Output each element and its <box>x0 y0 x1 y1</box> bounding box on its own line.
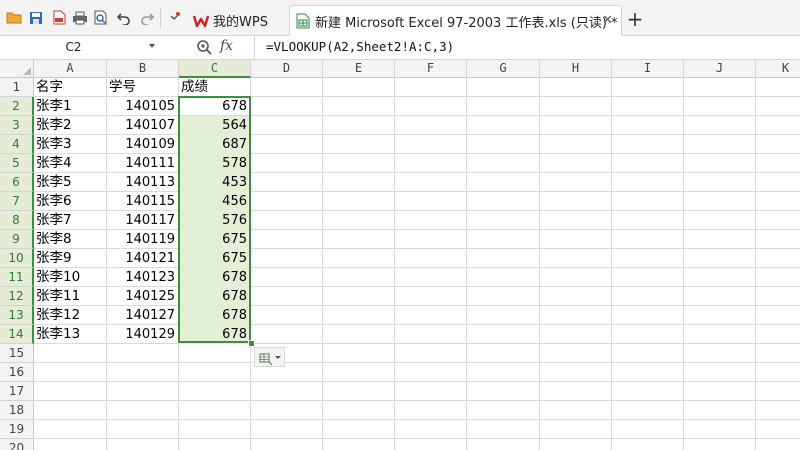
tab-active-workbook[interactable]: 新建 Microsoft Excel 97-2003 工作表.xls (只读) … <box>289 5 622 36</box>
cell-B14[interactable]: 140129 <box>107 325 178 344</box>
column-header[interactable]: A <box>34 60 107 78</box>
row-header[interactable]: 15 <box>0 344 34 363</box>
column-header[interactable]: K <box>756 60 800 78</box>
row-header[interactable]: 11 <box>0 268 34 287</box>
column-header[interactable]: F <box>395 60 467 78</box>
row-header[interactable]: 13 <box>0 306 34 325</box>
cell-A4[interactable]: 张李3 <box>34 135 106 154</box>
row-header[interactable]: 9 <box>0 230 34 249</box>
cell-A14[interactable]: 张李13 <box>34 325 106 344</box>
cell-A3[interactable]: 张李2 <box>34 116 106 135</box>
export-pdf-icon[interactable] <box>50 9 67 26</box>
row-header[interactable]: 3 <box>0 116 34 135</box>
spreadsheet-grid[interactable]: A B C D E F G H I J K 1 2 3 4 5 6 7 8 9 10 11 12 13 14 15 16 17 18 19… <box>0 60 800 450</box>
cell-A7[interactable]: 张李6 <box>34 192 106 211</box>
column-header[interactable]: B <box>107 60 179 78</box>
fill-handle[interactable] <box>248 340 255 347</box>
cell-C1[interactable]: 成绩 <box>179 78 250 97</box>
cell-B5[interactable]: 140111 <box>107 154 178 173</box>
cell-B7[interactable]: 140115 <box>107 192 178 211</box>
column-header[interactable]: I <box>612 60 684 78</box>
autofill-icon <box>259 351 273 370</box>
row-header[interactable]: 17 <box>0 382 34 401</box>
tab-label: 我的WPS <box>213 15 268 30</box>
name-box[interactable]: C2 <box>2 38 158 57</box>
cell-B2[interactable]: 140105 <box>107 97 178 116</box>
cell-A9[interactable]: 张李8 <box>34 230 106 249</box>
cell-A11[interactable]: 张李10 <box>34 268 106 287</box>
wps-logo-icon <box>193 13 209 29</box>
cell-B1[interactable]: 学号 <box>107 78 178 97</box>
insert-function-button[interactable]: fx <box>220 38 233 54</box>
row-header[interactable]: 10 <box>0 249 34 268</box>
cell-A12[interactable]: 张李11 <box>34 287 106 306</box>
row-header[interactable]: 18 <box>0 401 34 420</box>
print-preview-icon[interactable] <box>92 9 109 26</box>
cell-A2[interactable]: 张李1 <box>34 97 106 116</box>
cell-B13[interactable]: 140127 <box>107 306 178 325</box>
row-header[interactable]: 2 <box>0 97 34 116</box>
print-icon[interactable] <box>71 9 88 26</box>
undo-icon[interactable] <box>115 9 132 26</box>
cell-A10[interactable]: 张李9 <box>34 249 106 268</box>
spreadsheet-file-icon <box>295 13 311 29</box>
cell-A1[interactable]: 名字 <box>34 78 106 97</box>
row-header[interactable]: 16 <box>0 363 34 382</box>
row-header[interactable]: 1 <box>0 78 34 97</box>
autofill-options-button[interactable] <box>254 347 285 367</box>
column-header[interactable]: G <box>467 60 540 78</box>
name-box-value: C2 <box>65 40 82 54</box>
cell-A5[interactable]: 张李4 <box>34 154 106 173</box>
row-header[interactable]: 8 <box>0 211 34 230</box>
column-header[interactable]: E <box>323 60 395 78</box>
cell-B10[interactable]: 140121 <box>107 249 178 268</box>
new-tab-icon[interactable]: + <box>624 7 646 31</box>
row-header[interactable]: 19 <box>0 420 34 439</box>
cell-B9[interactable]: 140119 <box>107 230 178 249</box>
cell-A6[interactable]: 张李5 <box>34 173 106 192</box>
column-header[interactable]: J <box>684 60 756 78</box>
open-folder-icon[interactable] <box>6 9 23 26</box>
cell-A13[interactable]: 张李12 <box>34 306 106 325</box>
formula-divider <box>254 36 255 60</box>
save-icon[interactable] <box>27 9 44 26</box>
row-header[interactable]: 20 <box>0 439 34 450</box>
row-header[interactable]: 4 <box>0 135 34 154</box>
select-all-corner[interactable] <box>0 60 34 78</box>
chevron-down-icon[interactable] <box>149 44 155 48</box>
cell-B6[interactable]: 140113 <box>107 173 178 192</box>
column-header[interactable]: D <box>251 60 323 78</box>
cell-A8[interactable]: 张李7 <box>34 211 106 230</box>
close-icon[interactable]: ✕ <box>602 13 613 28</box>
column-header[interactable]: H <box>540 60 612 78</box>
tab-my-wps[interactable]: 我的WPS <box>188 5 287 36</box>
redo-icon[interactable] <box>138 9 155 26</box>
row-header[interactable]: 5 <box>0 154 34 173</box>
tab-label: 新建 Microsoft Excel 97-2003 工作表.xls (只读) … <box>315 15 618 31</box>
more-icon[interactable] <box>165 9 182 26</box>
cell-B8[interactable]: 140117 <box>107 211 178 230</box>
column-header[interactable]: C <box>179 60 251 78</box>
formula-input[interactable]: =VLOOKUP(A2,Sheet2!A:C,3) <box>266 39 454 54</box>
row-header[interactable]: 6 <box>0 173 34 192</box>
zoom-icon[interactable] <box>196 39 212 55</box>
selection-range <box>178 96 251 343</box>
cell-B4[interactable]: 140109 <box>107 135 178 154</box>
title-tab-bar: 我的WPS 新建 Microsoft Excel 97-2003 工作表.xls… <box>0 0 800 36</box>
cell-B3[interactable]: 140107 <box>107 116 178 135</box>
row-header[interactable]: 14 <box>0 325 34 344</box>
row-header[interactable]: 7 <box>0 192 34 211</box>
cell-B12[interactable]: 140125 <box>107 287 178 306</box>
row-header[interactable]: 12 <box>0 287 34 306</box>
chevron-down-icon[interactable] <box>275 356 281 359</box>
cell-B11[interactable]: 140123 <box>107 268 178 287</box>
formula-bar: C2 fx =VLOOKUP(A2,Sheet2!A:C,3) <box>0 36 800 60</box>
toolbar-divider <box>160 8 161 28</box>
